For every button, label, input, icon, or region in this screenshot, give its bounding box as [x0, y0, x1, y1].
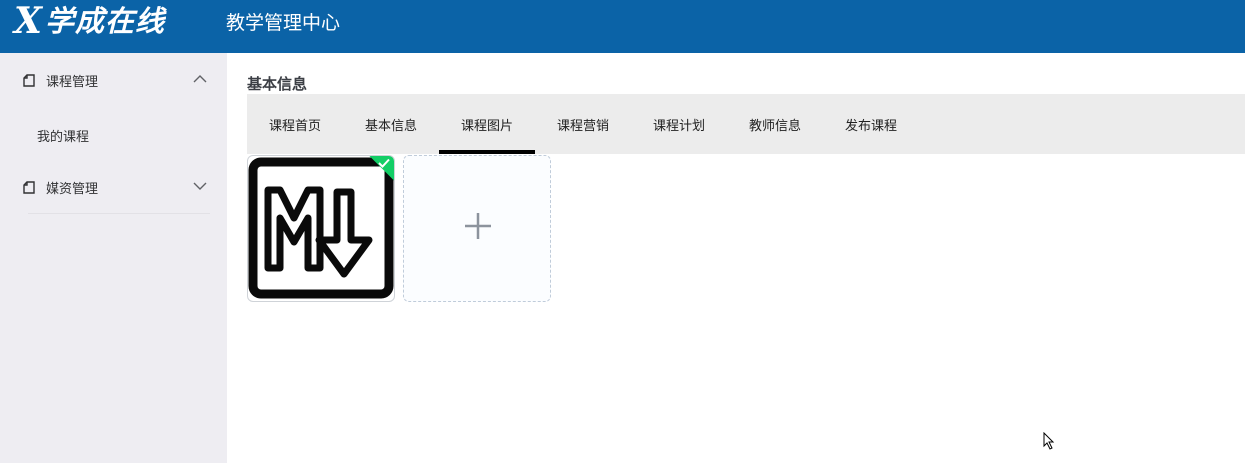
document-icon: [23, 181, 35, 194]
check-icon: [378, 158, 390, 168]
tab-course-plan[interactable]: 课程计划: [631, 94, 727, 154]
app-subtitle: 教学管理中心: [226, 12, 341, 34]
tab-publish-course[interactable]: 发布课程: [823, 94, 919, 154]
uploaded-image-thumbnail[interactable]: [247, 155, 395, 302]
mouse-cursor-icon: [1043, 432, 1055, 450]
tab-basic-info[interactable]: 基本信息: [343, 94, 439, 154]
page-title: 基本信息: [247, 75, 308, 93]
sidebar-menu-course-management[interactable]: 课程管理: [0, 53, 227, 107]
add-image-button[interactable]: [403, 155, 551, 302]
document-icon: [23, 74, 35, 87]
tab-teacher-info[interactable]: 教师信息: [727, 94, 823, 154]
tab-course-home[interactable]: 课程首页: [247, 94, 343, 154]
logo-brand-text: 学成在线: [44, 4, 165, 38]
sidebar-item-label: 我的课程: [37, 130, 90, 145]
sidebar-menu-label: 课程管理: [46, 74, 99, 90]
sidebar-menu-media-management[interactable]: 媒资管理: [0, 160, 227, 214]
main-content: 基本信息 课程首页 基本信息 课程图片 课程营销 课程计划 教师信息 发布课程: [227, 53, 1245, 463]
tab-course-marketing[interactable]: 课程营销: [535, 94, 631, 154]
top-header: X 学成在线 教学管理中心: [0, 0, 1245, 53]
chevron-down-icon: [193, 182, 207, 190]
chevron-up-icon: [193, 75, 207, 83]
markdown-logo-icon: [248, 157, 394, 299]
plus-icon: [465, 213, 491, 239]
sidebar: 课程管理 我的课程 媒资管理: [0, 53, 227, 463]
brand-logo[interactable]: X 学成在线: [14, 0, 165, 42]
logo-mark: X: [14, 0, 42, 42]
course-tabs: 课程首页 基本信息 课程图片 课程营销 课程计划 教师信息 发布课程: [247, 94, 1245, 154]
sidebar-item-my-courses[interactable]: 我的课程: [0, 107, 227, 214]
sidebar-menu-label: 媒资管理: [46, 181, 99, 197]
tab-course-images[interactable]: 课程图片: [439, 94, 535, 154]
